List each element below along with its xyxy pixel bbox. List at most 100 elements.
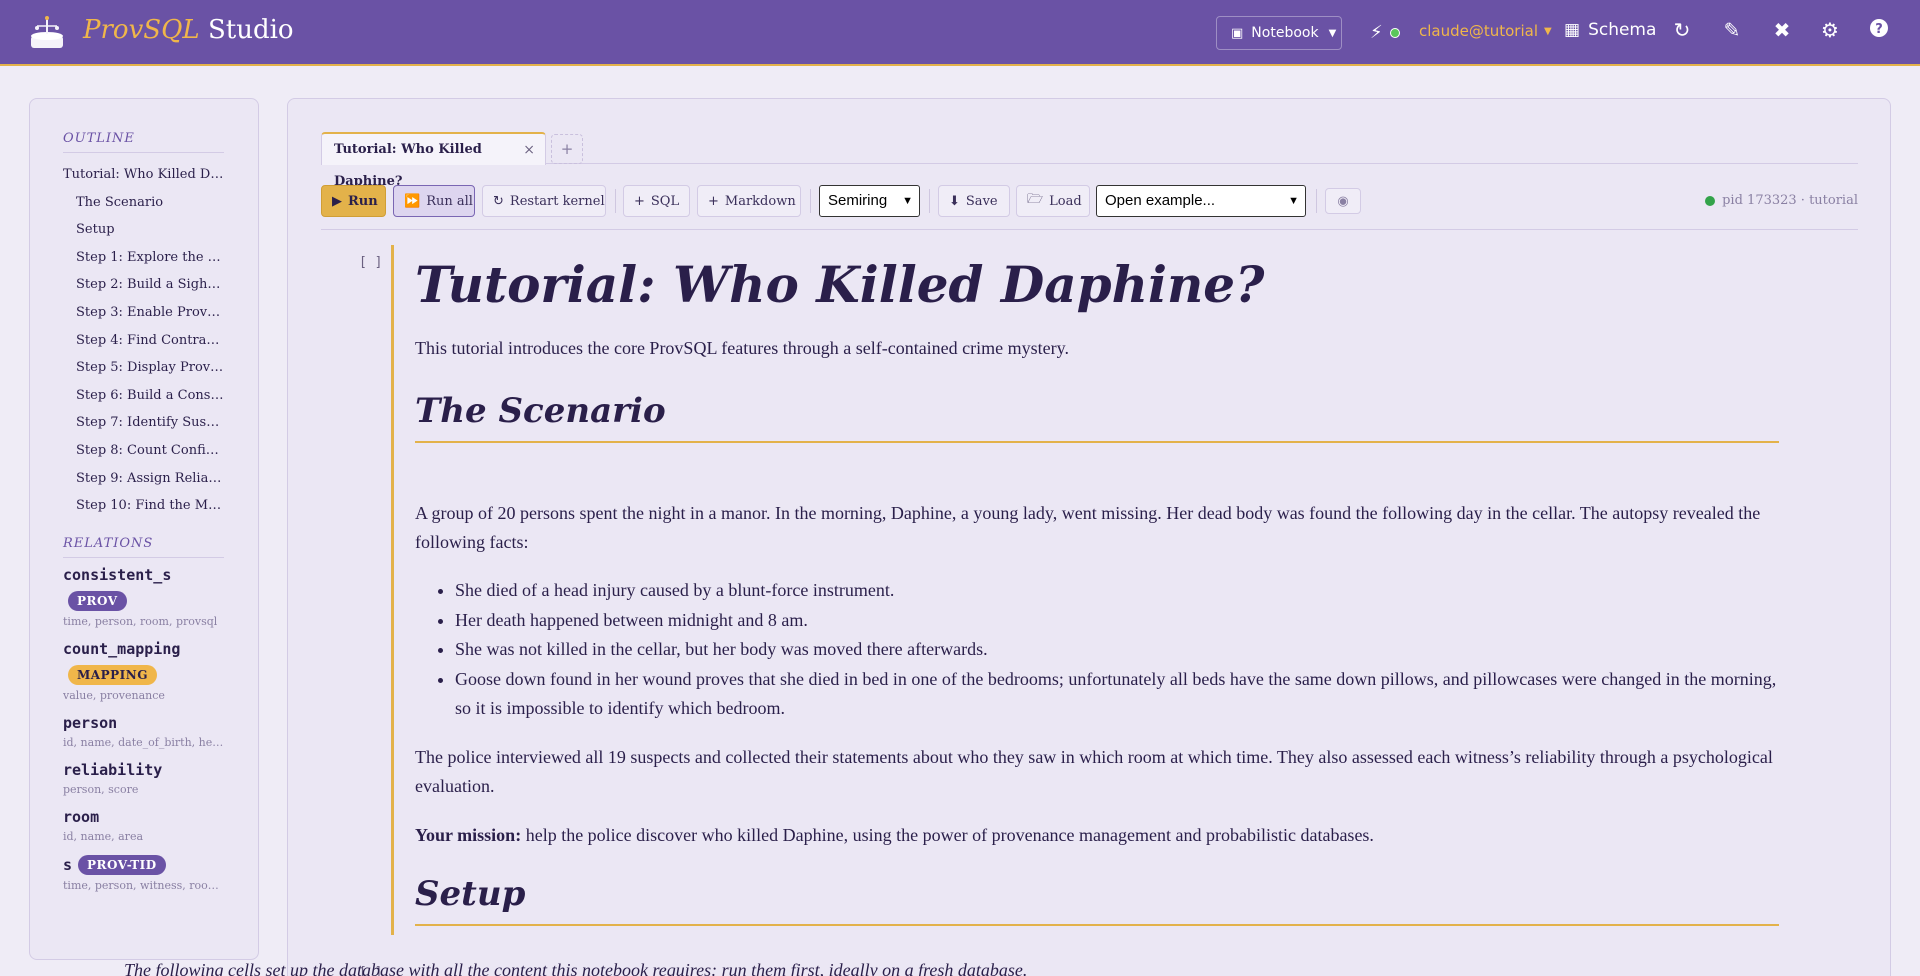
run-all-button[interactable]: ⏩ Run all <box>393 185 475 217</box>
gear-icon[interactable]: ⚙ <box>1816 18 1844 42</box>
chevron-down-icon: ▼ <box>902 195 913 207</box>
prov-badge: PROV <box>68 590 127 611</box>
relation-item[interactable]: reliability person, score <box>63 761 224 796</box>
tab-tutorial[interactable]: Tutorial: Who Killed Daphine? × <box>321 132 546 189</box>
setup-cell-text[interactable]: The following cells set up the database … <box>124 960 1027 976</box>
caret-down-icon: ▼ <box>1544 25 1552 37</box>
police-paragraph: The police interviewed all 19 suspects a… <box>415 747 1773 796</box>
mission-label: Your mission: <box>415 825 522 845</box>
relation-item[interactable]: room id, name, area <box>63 808 224 843</box>
brush-icon[interactable]: ✎ <box>1718 18 1746 42</box>
example-value: Open example... <box>1105 192 1216 209</box>
toolbar-divider <box>810 189 811 213</box>
relation-item[interactable]: count_mapping MAPPING value, provenance <box>63 640 224 702</box>
add-tab-button[interactable]: + <box>551 134 583 164</box>
example-select[interactable]: Open example... ▼ <box>1096 185 1306 217</box>
notebook-toolbar: ▶ Run ⏩ Run all ↻ Restart kernel + SQL +… <box>321 185 1858 217</box>
save-label: Save <box>965 193 998 209</box>
outline-item[interactable]: Setup <box>63 216 224 244</box>
chevron-down-icon: ▼ <box>1288 195 1299 207</box>
list-item: She was not killed in the cellar, but he… <box>455 635 1779 665</box>
heading-title: Tutorial: Who Killed Daphine? <box>415 255 1265 314</box>
mapping-badge: MAPPING <box>68 664 157 685</box>
relation-item[interactable]: s PROV-TID time, person, witness, room, … <box>63 854 224 892</box>
relation-name: s <box>63 855 73 874</box>
load-button[interactable]: 🗁 Load <box>1016 185 1090 217</box>
outline-item[interactable]: Step 5: Display Provena... <box>63 354 224 382</box>
outline-item[interactable]: Step 3: Enable Provena... <box>63 299 224 327</box>
brand-prov: ProvSQL <box>83 15 200 45</box>
sql-label: SQL <box>650 193 680 209</box>
relation-item[interactable]: consistent_s PROV time, person, room, pr… <box>63 566 224 628</box>
sidebar: OUTLINE Tutorial: Who Killed Da... The S… <box>29 98 259 960</box>
relation-name: person <box>63 713 118 732</box>
save-button[interactable]: ⬇ Save <box>938 185 1010 217</box>
list-item: She died of a head injury caused by a bl… <box>455 576 1779 606</box>
facts-list: She died of a head injury caused by a bl… <box>415 576 1779 724</box>
outline-item[interactable]: Step 10: Find the Murd... <box>63 492 224 520</box>
app-brand[interactable]: ProvSQL Studio <box>83 15 294 45</box>
relation-columns: value, provenance <box>63 688 165 702</box>
connection-user-dropdown[interactable]: claude@tutorial ▼ <box>1419 22 1552 40</box>
markdown-label: Markdown <box>724 193 796 209</box>
scenario-paragraph: A group of 20 persons spent the night in… <box>415 503 1761 552</box>
run-all-label: Run all <box>426 193 473 209</box>
notebook-panel: Tutorial: Who Killed Daphine? × + ▶ Run … <box>287 98 1891 976</box>
mission-text: help the police discover who killed Daph… <box>521 825 1374 845</box>
logo-icon <box>31 16 63 48</box>
restart-label: Restart kernel <box>509 193 605 209</box>
outline-title: OUTLINE <box>63 131 224 153</box>
relation-name: count_mapping <box>63 639 181 658</box>
refresh-icon[interactable]: ↻ <box>1668 18 1696 42</box>
book-icon: ▣ <box>1231 25 1244 41</box>
close-icon[interactable]: × <box>523 134 535 166</box>
run-button[interactable]: ▶ Run <box>321 185 386 217</box>
schema-button[interactable]: ▦ Schema <box>1564 20 1656 40</box>
relation-columns: time, person, witness, room, ... <box>63 878 224 892</box>
help-icon[interactable]: ? <box>1865 18 1893 38</box>
outline-item[interactable]: Tutorial: Who Killed Da... <box>63 161 224 189</box>
heading-scenario: The Scenario <box>415 391 1779 443</box>
outline-list: Tutorial: Who Killed Da... The Scenario … <box>63 161 224 520</box>
plug-icon[interactable]: ⚡ <box>1370 22 1383 43</box>
play-icon: ▶ <box>332 193 342 209</box>
heading-setup: Setup <box>415 874 1779 926</box>
plus-icon: + <box>708 193 719 209</box>
outline-item[interactable]: Step 9: Assign Reliabili... <box>63 465 224 493</box>
table-icon: ▦ <box>1564 20 1581 40</box>
kernel-pid: pid 173323 · tutorial <box>1722 193 1858 208</box>
user-label: claude@tutorial <box>1419 22 1539 40</box>
outline-item[interactable]: Step 2: Build a Sighting... <box>63 271 224 299</box>
outline-item[interactable]: Step 6: Build a Consist... <box>63 382 224 410</box>
run-label: Run <box>348 193 378 209</box>
outline-item[interactable]: The Scenario <box>63 189 224 217</box>
restart-kernel-button[interactable]: ↻ Restart kernel <box>482 185 606 217</box>
folder-icon: 🗁 <box>1027 192 1044 207</box>
relation-columns: id, name, area <box>63 829 144 843</box>
kernel-status: pid 173323 · tutorial <box>1705 193 1858 208</box>
outline-item[interactable]: Step 8: Count Confirm... <box>63 437 224 465</box>
add-markdown-button[interactable]: + Markdown <box>697 185 801 217</box>
semiring-select[interactable]: Semiring ▼ <box>819 185 920 217</box>
download-icon: ⬇ <box>949 193 960 209</box>
list-item: Goose down found in her wound proves tha… <box>455 665 1779 724</box>
toolbar-divider <box>929 189 930 213</box>
relation-item[interactable]: person id, name, date_of_birth, height <box>63 714 224 749</box>
add-sql-button[interactable]: + SQL <box>623 185 690 217</box>
toolbar-divider <box>1316 189 1317 213</box>
fast-forward-icon: ⏩ <box>404 193 421 209</box>
caret-down-icon: ▼ <box>1328 27 1337 39</box>
outline-item[interactable]: Step 7: Identify Suspects <box>63 409 224 437</box>
load-label: Load <box>1049 193 1082 209</box>
notebook-mode-dropdown[interactable]: ▣ Notebook ▼ <box>1216 16 1342 50</box>
markdown-cell[interactable]: Tutorial: Who Killed Daphine? This tutor… <box>391 245 1811 935</box>
notebook-label: Notebook <box>1251 25 1319 41</box>
tools-icon[interactable]: ✖ <box>1768 18 1796 42</box>
relation-name: reliability <box>63 760 163 779</box>
outline-item[interactable]: Step 4: Find Contradic... <box>63 327 224 355</box>
fingerprint-button[interactable]: ◉ <box>1325 188 1361 214</box>
outline-item[interactable]: Step 1: Explore the Dat... <box>63 244 224 272</box>
relation-name: consistent_s <box>63 565 172 584</box>
schema-label: Schema <box>1588 20 1657 40</box>
fingerprint-icon: ◉ <box>1337 193 1349 209</box>
